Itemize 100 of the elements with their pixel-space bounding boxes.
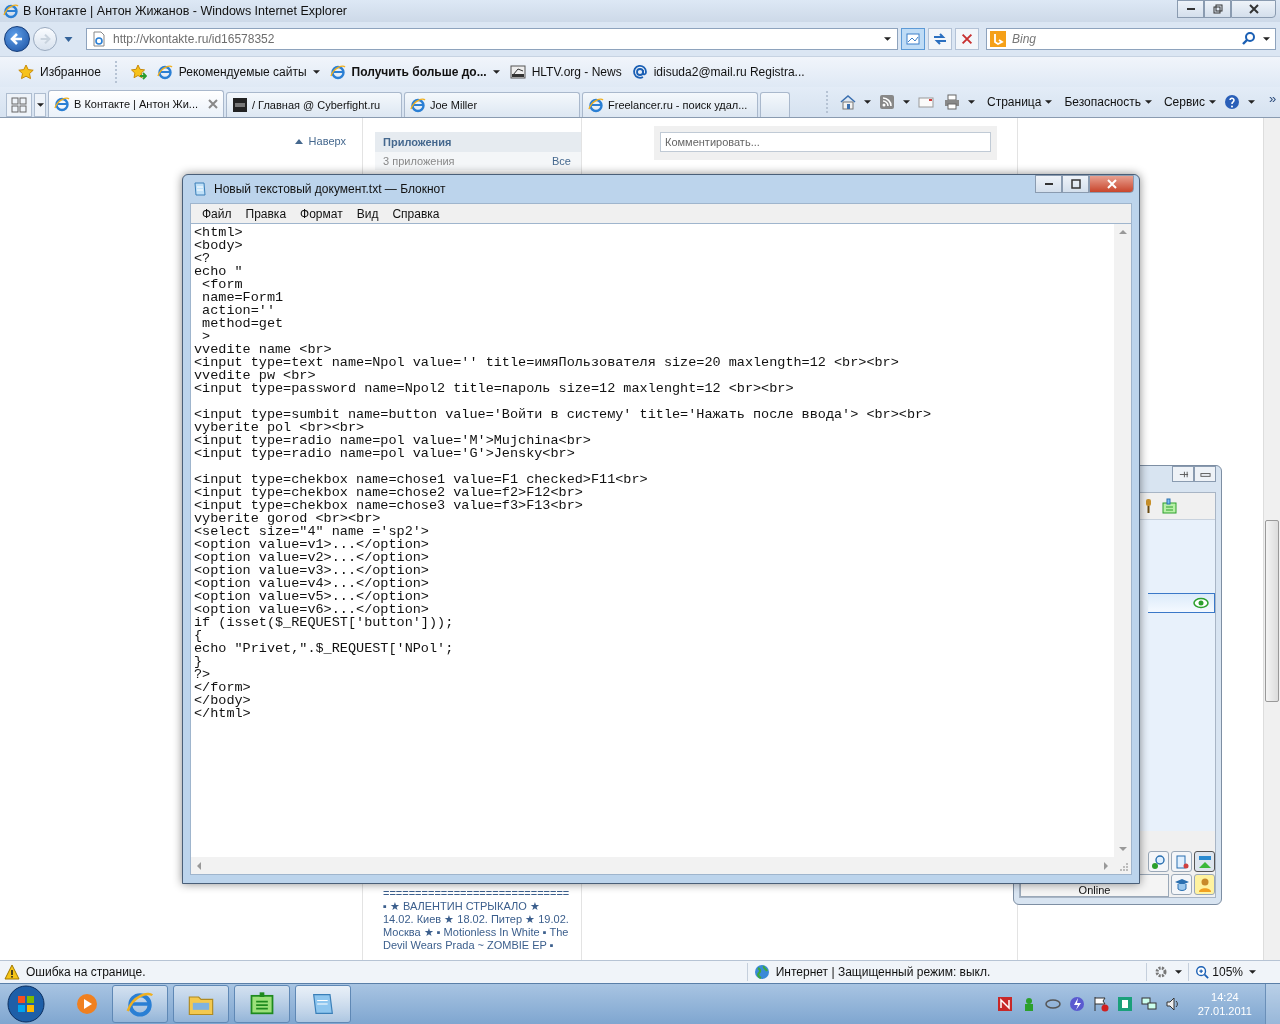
feed-icon (879, 94, 895, 110)
minimize-button[interactable] (1194, 466, 1216, 482)
scroll-right-icon[interactable] (1104, 861, 1108, 870)
tray-icon[interactable] (1116, 996, 1133, 1012)
caret-icon[interactable] (492, 70, 500, 74)
history-caret-icon[interactable] (64, 36, 73, 42)
expand-icon (1196, 853, 1213, 870)
horizontal-scrollbar[interactable] (191, 857, 1114, 874)
all-apps-link[interactable]: Все (552, 155, 571, 167)
action-center-flag-icon[interactable] (1092, 996, 1109, 1012)
favorite-link[interactable]: Получить больше до... (351, 65, 487, 79)
internet-explorer-button[interactable] (112, 985, 168, 1023)
scroll-down-icon[interactable] (1118, 847, 1127, 851)
contact-card-icon[interactable] (1161, 498, 1177, 514)
favorite-link[interactable]: Рекомендуемые сайты (178, 65, 307, 79)
back-to-top-link[interactable]: Наверх (294, 134, 346, 148)
caret-icon[interactable] (968, 100, 975, 104)
minimize-icon (1044, 183, 1053, 185)
document-icon (1173, 853, 1190, 870)
bing-logo-icon (990, 31, 1006, 47)
minimize-button[interactable] (1035, 175, 1062, 193)
maximize-button[interactable] (1062, 175, 1089, 193)
scroll-thumb[interactable] (1265, 520, 1279, 702)
command-menu[interactable]: Сервис (1163, 95, 1217, 109)
address-field[interactable]: http://vkontakte.ru/id16578352 (86, 28, 898, 50)
clipboard-app-button[interactable] (234, 985, 290, 1023)
command-menu[interactable]: Безопасность (1064, 95, 1152, 109)
speaker-icon[interactable] (1164, 996, 1181, 1012)
notepad-icon (192, 181, 208, 197)
refresh-button[interactable] (928, 28, 952, 50)
caret-icon[interactable] (312, 70, 320, 74)
file-explorer-button[interactable] (173, 985, 229, 1023)
security-zone-text: Интернет | Защищенный режим: выкл. (775, 965, 991, 979)
menu-item[interactable]: Файл (195, 206, 239, 221)
maximize-icon (1070, 179, 1081, 189)
zoom-button[interactable]: 105% (1195, 965, 1243, 979)
browser-tab[interactable]: / Главная @ Cyberfight.ru (226, 92, 402, 117)
star-icon (18, 64, 34, 80)
search-box[interactable]: Bing (986, 28, 1276, 50)
caret-icon[interactable] (884, 37, 891, 41)
vertical-scrollbar[interactable] (1114, 224, 1131, 857)
caret-icon[interactable] (1248, 100, 1256, 104)
close-tab-icon[interactable] (208, 99, 218, 109)
tab-list-button[interactable] (34, 93, 46, 117)
expand-button[interactable] (1194, 851, 1215, 872)
compatibility-button[interactable] (901, 28, 925, 50)
browser-tab[interactable]: В Контакте | Антон Жи... (48, 90, 224, 117)
menu-item[interactable]: Правка (238, 206, 294, 221)
caret-icon[interactable] (1175, 970, 1183, 974)
more-button[interactable]: » (1269, 91, 1277, 106)
tray-icon[interactable] (1068, 996, 1085, 1012)
favorite-link[interactable]: idisuda2@mail.ru Registra... (653, 65, 805, 79)
caret-icon[interactable] (1249, 970, 1256, 974)
caret-icon[interactable] (864, 100, 871, 104)
site-icon (509, 64, 526, 80)
restore-icon (1212, 4, 1223, 14)
scroll-up-icon[interactable] (1118, 230, 1127, 234)
user-button[interactable] (1194, 874, 1215, 895)
news-divider: ============================= (383, 887, 571, 900)
browser-icon (54, 96, 70, 112)
scroll-left-icon[interactable] (197, 861, 201, 870)
add-favorite-icon[interactable] (130, 64, 147, 80)
globe-icon (753, 964, 770, 980)
print-button[interactable] (942, 92, 962, 112)
back-button[interactable] (4, 26, 30, 52)
quick-tabs-button[interactable] (6, 93, 32, 117)
graduation-cap-button[interactable] (1171, 874, 1192, 895)
tray-icon[interactable] (1044, 996, 1061, 1012)
favorite-link[interactable]: HLTV.org - News (531, 65, 622, 79)
contact-info-button[interactable] (1171, 851, 1192, 872)
search-icon[interactable] (1241, 31, 1257, 47)
page-scrollbar[interactable] (1263, 118, 1280, 960)
comment-field[interactable]: Комментировать... (660, 132, 991, 152)
tray-icon[interactable] (996, 996, 1013, 1012)
command-menu[interactable]: Страница (987, 95, 1053, 109)
network-icon[interactable] (1140, 996, 1157, 1012)
home-button[interactable] (838, 92, 858, 112)
pin-button[interactable] (1172, 466, 1194, 482)
menu-item[interactable]: Формат (293, 206, 350, 221)
menu-item[interactable]: Вид (349, 206, 386, 221)
restore-button[interactable] (1204, 0, 1231, 18)
stop-button[interactable] (955, 28, 979, 50)
feeds-button[interactable] (877, 92, 897, 112)
refresh-icon (932, 31, 948, 47)
browser-tab[interactable]: Freelancer.ru - поиск удал... (582, 92, 758, 117)
notepad-button[interactable] (295, 985, 351, 1023)
caret-icon[interactable] (903, 100, 910, 104)
search-contact-button[interactable] (1148, 851, 1169, 872)
minimize-button[interactable] (1177, 0, 1204, 18)
apps-count: 3 приложения (383, 155, 455, 167)
close-button[interactable] (1089, 175, 1134, 193)
page-error-text[interactable]: Ошибка на странице. (26, 965, 146, 979)
contact-row[interactable] (1148, 593, 1215, 613)
menu-item[interactable]: Справка (385, 206, 447, 221)
caret-icon[interactable] (1263, 37, 1270, 41)
eye-icon (1193, 595, 1209, 611)
back-arrow-icon (9, 31, 25, 47)
favorites-button[interactable]: Избранное (18, 64, 101, 80)
close-button[interactable] (1231, 0, 1276, 18)
browser-tab[interactable]: Joe Miller (404, 92, 580, 117)
